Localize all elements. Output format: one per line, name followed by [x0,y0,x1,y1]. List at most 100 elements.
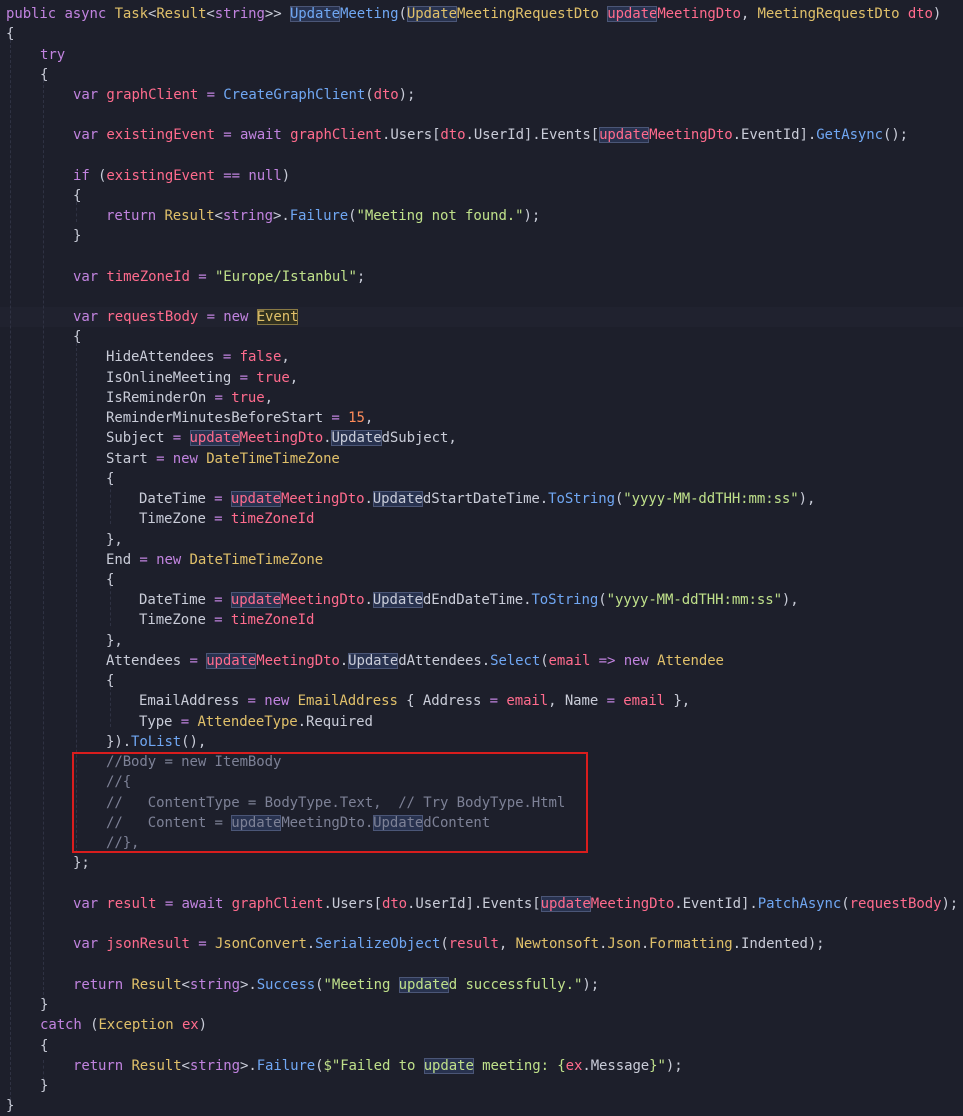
operator: = [131,552,157,568]
string-literal: meeting: { [473,1058,566,1074]
operator: = [214,349,240,365]
code-line-8[interactable]: { [73,186,81,206]
method-name: Meeting [340,6,399,22]
code-line-1[interactable]: public async Task<Result<string>> Update… [6,4,941,24]
code-line-6[interactable]: var existingEvent = await graphClient.Us… [73,125,908,145]
code-line-39[interactable]: }; [73,853,90,873]
code-line-14[interactable]: HideAttendees = false, [106,347,290,367]
punctuation: . [339,653,349,669]
code-line-44[interactable]: catch (Exception ex) [40,1015,207,1035]
red-annotation-box [72,752,588,853]
string-literal: "Europe/Istanbul" [214,269,357,285]
method-name: Success [256,977,316,993]
code-line-45[interactable]: { [40,1036,48,1056]
parameter: MeetingDto [280,592,365,608]
variable: dto [373,87,399,103]
code-line-11[interactable]: var timeZoneId = "Europe/Istanbul"; [73,267,365,287]
code-line-4[interactable]: { [40,65,48,85]
operator: = [598,693,624,709]
keyword: await [181,896,224,912]
punctuation: . [306,936,316,952]
code-line-48[interactable]: } [6,1096,14,1116]
code-line-17[interactable]: ReminderMinutesBeforeStart = 15, [106,408,373,428]
search-match: Update [372,592,423,608]
code-line-19[interactable]: Start = new DateTimeTimeZone [106,449,340,469]
punctuation: . [640,936,650,952]
code-line-20[interactable]: { [106,469,114,489]
variable: result [448,936,499,952]
property: dAttendees [398,653,482,669]
property: Events [540,127,591,143]
punctuation: ), [781,592,799,608]
keyword: var [73,896,99,912]
punctuation: ( [440,936,449,952]
code-line-26[interactable]: DateTime = updateMeetingDto.UpdatedEndDa… [139,590,799,610]
punctuation: < [181,1058,190,1074]
code-line-33[interactable]: }).ToList(), [106,732,206,752]
property: Address [422,693,482,709]
code-line-5[interactable]: var graphClient = CreateGraphClient(dto)… [73,85,415,105]
property: ReminderMinutesBeforeStart [106,410,324,426]
code-line-28[interactable]: }, [106,631,123,651]
code-line-24[interactable]: End = new DateTimeTimeZone [106,550,323,570]
operator: = [231,370,257,386]
punctuation: ( [598,592,607,608]
code-line-18[interactable]: Subject = updateMeetingDto.UpdatedSubjec… [106,428,457,448]
type-name: MeetingRequestDto [757,6,900,22]
code-line-21[interactable]: DateTime = updateMeetingDto.UpdatedStart… [139,489,815,509]
code-line-7[interactable]: if (existingEvent == null) [73,166,290,186]
code-line-10[interactable]: } [73,226,81,246]
string-literal: d successfully." [448,977,583,993]
keyword: return [73,977,124,993]
code-line-15[interactable]: IsOnlineMeeting = true, [106,368,298,388]
code-line-12[interactable]: var requestBody = new Event [73,307,299,327]
keyword: new [623,653,649,669]
variable: requestBody [106,309,199,325]
code-line-30[interactable]: { [106,671,114,691]
code-line-27[interactable]: TimeZone = timeZoneId [139,610,314,630]
operator: => [590,653,624,669]
code-line-16[interactable]: IsReminderOn = true, [106,388,273,408]
code-line-25[interactable]: { [106,570,114,590]
indent-guide [10,40,11,1100]
code-line-13[interactable]: { [73,327,81,347]
variable: dto [440,127,466,143]
variable: graphClient [290,127,382,143]
code-line-40[interactable]: var result = await graphClient.Users[dto… [73,894,958,914]
code-line-29[interactable]: Attendees = updateMeetingDto.UpdatedAtte… [106,651,724,671]
punctuation: ]. [741,896,758,912]
operator: = [156,896,182,912]
code-line-46[interactable]: return Result<string>.Failure($"Failed t… [73,1056,683,1076]
type-name: DateTimeTimeZone [189,552,324,568]
operator: = [206,390,232,406]
code-line-43[interactable]: } [40,995,48,1015]
punctuation: ]. [799,127,817,143]
code-line-3[interactable]: try [40,45,65,65]
indent-guide [43,80,44,1000]
operator: = [198,309,224,325]
punctuation: >> [264,6,282,22]
punctuation: >. [240,1058,257,1074]
search-match: Update [348,653,399,669]
property: UserId [415,896,466,912]
code-line-2[interactable]: { [6,24,14,44]
code-editor[interactable]: public async Task<Result<string>> Update… [0,0,963,1116]
keyword: var [73,127,99,143]
code-line-32[interactable]: Type = AttendeeType.Required [139,712,373,732]
property: Message [590,1058,650,1074]
operator: == [214,168,249,184]
type-name: Result [164,208,215,224]
code-line-9[interactable]: return Result<string>.Failure("Meeting n… [106,206,540,226]
keyword: string [189,977,240,993]
keyword: return [106,208,157,224]
code-line-23[interactable]: }, [106,530,123,550]
code-line-47[interactable]: } [40,1076,48,1096]
code-line-42[interactable]: return Result<string>.Success("Meeting u… [73,975,599,995]
code-line-41[interactable]: var jsonResult = JsonConvert.SerializeOb… [73,934,825,954]
code-line-31[interactable]: EmailAddress = new EmailAddress { Addres… [139,691,690,711]
type-name: Attendee [657,653,724,669]
code-line-22[interactable]: TimeZone = timeZoneId [139,509,314,529]
punctuation: ( [365,87,374,103]
keyword: catch [40,1017,82,1033]
string-literal: "yyyy-MM-ddTHH:mm:ss" [606,592,782,608]
